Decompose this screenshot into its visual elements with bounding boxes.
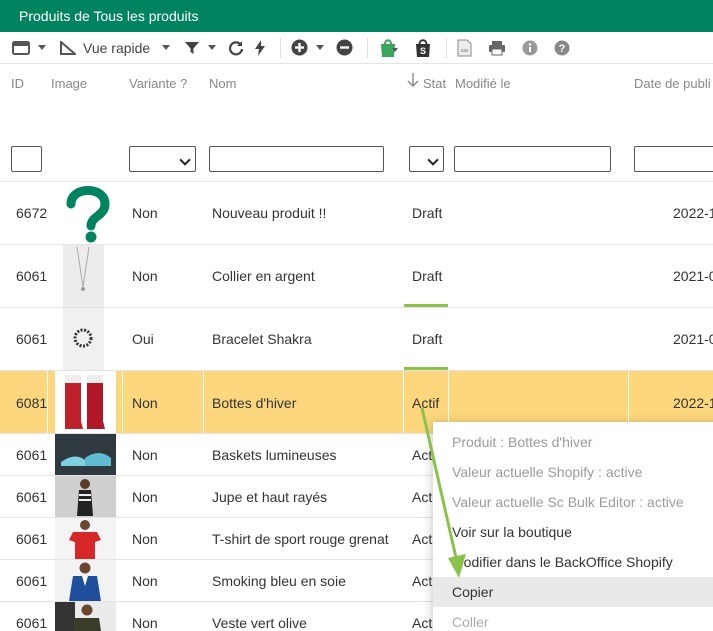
annotation-arrow-icon [420, 407, 466, 578]
